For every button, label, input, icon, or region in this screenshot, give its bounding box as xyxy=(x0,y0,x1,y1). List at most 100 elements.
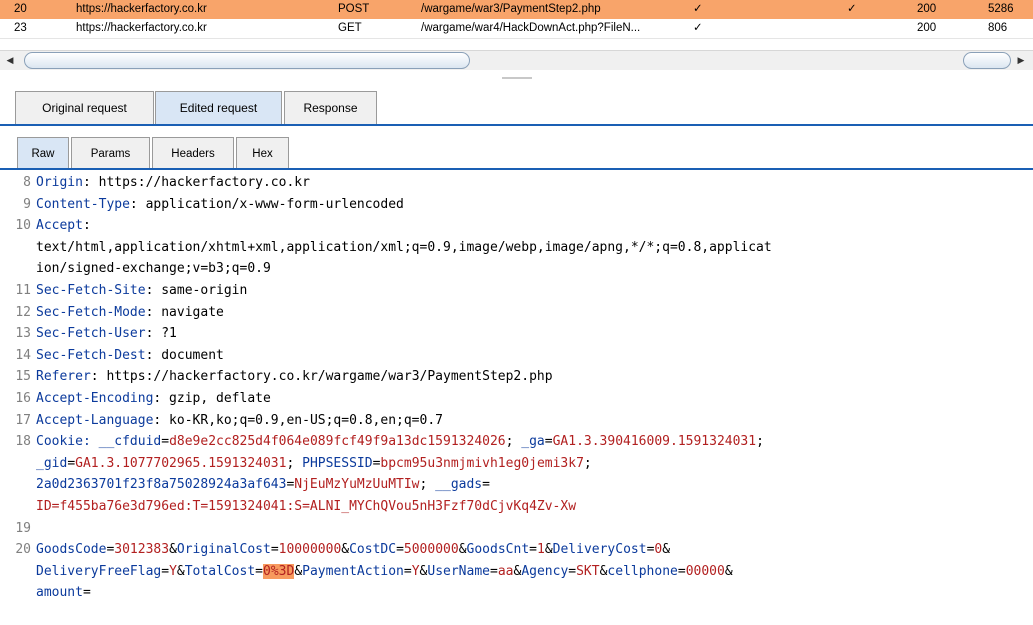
cookie-token: & xyxy=(176,563,185,579)
cookie-token: bpcm95u3nmjmivh1eg0jemi3k7 xyxy=(380,455,584,471)
splitter-grip[interactable] xyxy=(502,77,532,79)
cookie-token: amount xyxy=(36,585,83,601)
header-name: Accept-Language xyxy=(36,412,154,428)
cookie-token: = xyxy=(544,434,553,450)
line-text: ID=f455ba76e3d796ed:T=1591324041:S=ALNI_… xyxy=(36,496,576,517)
header-name: Accept-Encoding xyxy=(36,391,154,406)
horizontal-scrollbar[interactable]: ◀ ▶ xyxy=(0,50,1033,70)
header-value: : https://hackerfactory.co.kr/wargame/wa… xyxy=(90,369,553,385)
cookie-token: CostDC xyxy=(349,542,397,558)
cookie-token: ; xyxy=(756,434,764,450)
cookie-token: = xyxy=(82,585,91,601)
scroll-left-icon[interactable]: ◀ xyxy=(4,54,16,66)
row-length: 5286 xyxy=(988,3,1014,15)
tab-edited-request[interactable]: Edited request xyxy=(155,91,282,124)
cookie-token: & xyxy=(724,563,733,579)
line-text: Accept: xyxy=(36,215,91,236)
header-name: Origin xyxy=(36,175,83,190)
cookie-token: GoodsCnt xyxy=(466,542,530,558)
cookie-token: ID=f455ba76e3d796ed:T=1591324041:S=ALNI_… xyxy=(36,499,577,514)
line-number: 16 xyxy=(15,391,31,406)
header-value: : document xyxy=(145,347,224,363)
row-url: /wargame/war4/HackDownAct.php?FileN... xyxy=(421,22,641,34)
tab-underline xyxy=(0,168,1033,170)
row-edited-check: ✓ xyxy=(693,3,703,15)
line-number: 20 xyxy=(15,542,31,558)
table-row[interactable]: 23 https://hackerfactory.co.kr GET /warg… xyxy=(0,19,1033,39)
cookie-token: Y xyxy=(411,563,420,579)
cookie-token: TotalCost xyxy=(184,563,256,579)
header-value: : xyxy=(82,218,91,234)
header-value: ion/signed-exchange;v=b3;q=0.9 xyxy=(36,261,271,277)
line-text: Sec-Fetch-User: ?1 xyxy=(36,323,177,344)
line-text: Origin: https://hackerfactory.co.kr xyxy=(36,172,310,193)
cookie-token: 00000 xyxy=(685,563,725,579)
line-number: 12 xyxy=(15,304,31,320)
cookie-token: 10000000 xyxy=(278,542,342,558)
cookie-token: ; xyxy=(419,477,436,493)
line-number: 9 xyxy=(23,196,31,212)
row-status: 200 xyxy=(917,22,937,34)
tab-params[interactable]: Params xyxy=(71,137,150,170)
cookie-token: GA1.3.1077702965.1591324031 xyxy=(75,455,287,471)
raw-request-editor[interactable]: 8 Origin: https://hackerfactory.co.kr 9 Con… xyxy=(0,172,1033,625)
cookie-token: GA1.3.390416009.1591324031 xyxy=(552,434,757,450)
line-text: GoodsCode=3012383&OriginalCost=10000000&… xyxy=(36,539,670,560)
cookie-token: aa xyxy=(497,563,514,579)
cookie-token: 2a0d2363701f23f8a75028924a3af643 xyxy=(36,477,287,493)
history-table: 20 https://hackerfactory.co.kr POST /war… xyxy=(0,0,1033,39)
line-text: Sec-Fetch-Dest: document xyxy=(36,345,224,366)
tab-original-request[interactable]: Original request xyxy=(15,91,154,124)
cookie-token: Agency xyxy=(521,563,569,579)
row-host: https://hackerfactory.co.kr xyxy=(76,22,207,34)
tab-raw[interactable]: Raw xyxy=(17,137,69,170)
cookie-token: DeliveryCost xyxy=(552,542,647,558)
cookie-token: 5000000 xyxy=(403,542,459,558)
line-number: 11 xyxy=(15,283,31,298)
cookie-token: = xyxy=(482,477,490,493)
line-number: 8 xyxy=(23,175,31,190)
cookie-token: __cfduid xyxy=(98,434,162,450)
pane-splitter[interactable] xyxy=(0,70,1033,88)
cookie-token: _gid xyxy=(36,455,68,471)
line-text: amount= xyxy=(36,582,91,603)
scrollbar-thumb-end[interactable] xyxy=(963,52,1011,69)
tab-headers[interactable]: Headers xyxy=(152,137,234,170)
line-text: ion/signed-exchange;v=b3;q=0.9 xyxy=(36,258,271,279)
cookie-token: DeliveryFreeFlag xyxy=(36,563,162,579)
cookie-token: _ga xyxy=(521,434,545,450)
tab-hex[interactable]: Hex xyxy=(236,137,289,170)
cookie-token: = xyxy=(396,542,404,558)
header-value: : same-origin xyxy=(145,283,248,298)
cookie-token: = xyxy=(490,563,498,579)
line-text: Accept-Language: ko-KR,ko;q=0.9,en-US;q=… xyxy=(36,410,443,431)
line-text: 2a0d2363701f23f8a75028924a3af643 = NjEuMzY… xyxy=(36,474,490,495)
tab-response[interactable]: Response xyxy=(284,91,377,124)
scroll-right-icon[interactable]: ▶ xyxy=(1015,54,1027,66)
header-value: : gzip, deflate xyxy=(153,391,271,406)
header-value: text/html,application/xhtml+xml,applicat… xyxy=(36,239,772,255)
row-url: /wargame/war3/PaymentStep2.php xyxy=(421,3,601,15)
row-length: 806 xyxy=(988,22,1008,34)
header-value: : ?1 xyxy=(145,326,177,342)
header-name: Sec-Fetch-User xyxy=(36,326,146,342)
line-text: _gid=GA1.3.1077702965.1591324031; PHPSES… xyxy=(36,453,592,474)
cookie-token: = xyxy=(161,563,170,579)
cookie-token: ; xyxy=(286,455,303,471)
cookie-token: = xyxy=(529,542,537,558)
cookie-token: 1 xyxy=(536,542,545,558)
cookie-token: d8e9e2cc825d4f064e089fcf49f9a13dc1591324… xyxy=(169,434,506,450)
cookie-token: = xyxy=(270,542,279,558)
line-number: 17 xyxy=(15,412,31,428)
header-value: : https://hackerfactory.co.kr xyxy=(82,175,310,190)
scrollbar-thumb[interactable] xyxy=(24,52,470,69)
header-name: Referer xyxy=(36,369,91,385)
request-tabs: Original request Edited request Response xyxy=(0,90,1033,126)
cookie-token: GoodsCode xyxy=(36,542,107,558)
row-number: 23 xyxy=(14,22,27,34)
row-edited-check: ✓ xyxy=(693,22,703,34)
view-tabs: Raw Params Headers Hex xyxy=(0,132,1033,172)
cookie-token: = xyxy=(255,563,263,579)
table-row[interactable]: 20 https://hackerfactory.co.kr POST /war… xyxy=(0,0,1033,19)
cookie-token: & xyxy=(662,542,671,558)
